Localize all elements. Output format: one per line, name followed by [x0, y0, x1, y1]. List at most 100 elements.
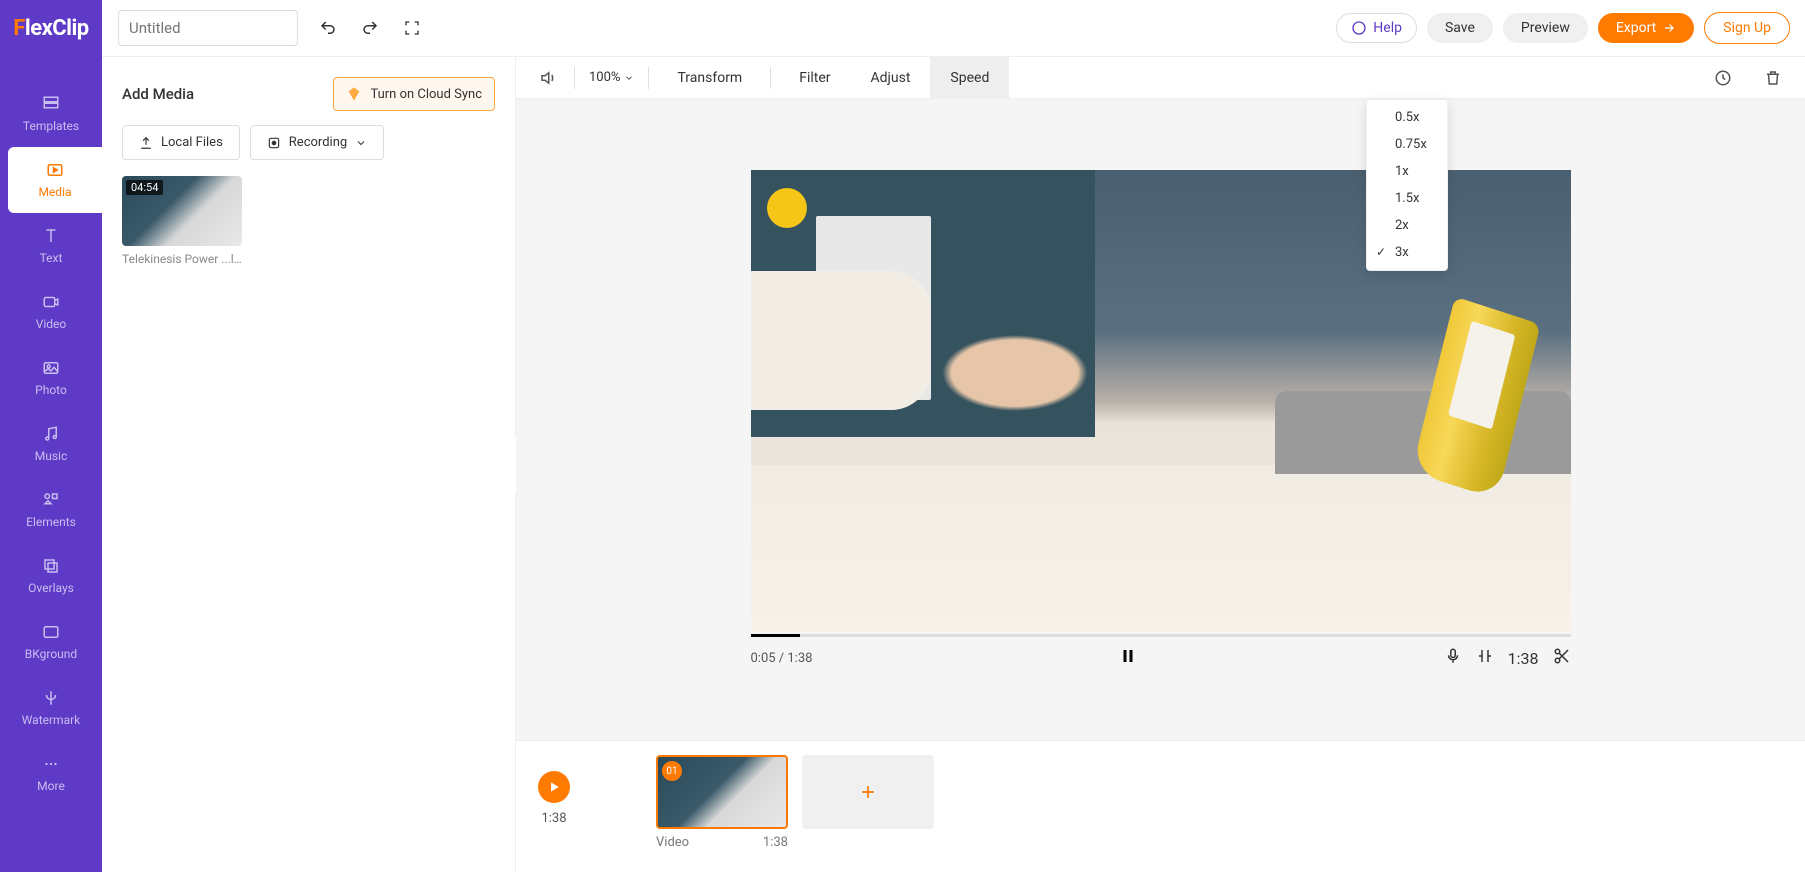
- media-grid: 04:54 Telekinesis Power ...l.mp4: [122, 176, 495, 266]
- media-panel: Add Media Turn on Cloud Sync Local Files…: [102, 57, 516, 872]
- sidebar-item-photo[interactable]: Photo: [0, 345, 102, 411]
- local-files-button[interactable]: Local Files: [122, 125, 240, 160]
- fullscreen-button[interactable]: [396, 12, 428, 44]
- more-icon: [42, 755, 60, 773]
- speed-tab[interactable]: Speed: [930, 57, 1009, 98]
- timeline-clip[interactable]: 01 Video 1:38: [656, 755, 788, 850]
- filter-tab[interactable]: Filter: [779, 57, 850, 98]
- media-clip[interactable]: 04:54 Telekinesis Power ...l.mp4: [122, 176, 242, 266]
- speed-option-0.75x[interactable]: 0.75x: [1367, 131, 1447, 158]
- preview-button[interactable]: Preview: [1503, 13, 1588, 43]
- delete-button[interactable]: [1755, 69, 1791, 87]
- music-icon: [42, 425, 60, 443]
- chat-icon: [1351, 20, 1367, 36]
- arrow-right-icon: [1662, 21, 1676, 35]
- pause-button[interactable]: [1119, 647, 1137, 670]
- sidebar-item-templates[interactable]: Templates: [0, 81, 102, 147]
- play-icon: [547, 780, 561, 794]
- record-icon: [267, 136, 281, 150]
- overlays-icon: [42, 557, 60, 575]
- sidebar-label: Elements: [26, 515, 76, 529]
- sidebar-label: Watermark: [22, 713, 81, 727]
- separator: [574, 67, 575, 89]
- player-controls: 0:05 / 1:38 1:38: [751, 637, 1571, 670]
- recording-button[interactable]: Recording: [250, 125, 384, 160]
- save-button[interactable]: Save: [1427, 13, 1493, 43]
- local-files-label: Local Files: [161, 135, 223, 150]
- elements-icon: [42, 491, 60, 509]
- trash-icon: [1764, 69, 1782, 87]
- upload-icon: [139, 136, 153, 150]
- main-body: Templates Media Text Video Photo Music E…: [0, 57, 1805, 872]
- media-buttons: Local Files Recording: [122, 125, 495, 160]
- scissors-icon: [1553, 647, 1571, 665]
- media-filename: Telekinesis Power ...l.mp4: [122, 252, 242, 266]
- split-button[interactable]: [1476, 647, 1494, 669]
- clip-meta: Video 1:38: [656, 835, 788, 850]
- trim-button[interactable]: [1553, 647, 1571, 669]
- history-button[interactable]: [1705, 69, 1741, 87]
- zoom-dropdown[interactable]: 100%: [583, 70, 640, 85]
- clock-icon: [1714, 69, 1732, 87]
- sidebar-item-text[interactable]: Text: [0, 213, 102, 279]
- templates-icon: [42, 95, 60, 113]
- redo-button[interactable]: [354, 12, 386, 44]
- background-icon: [42, 623, 60, 641]
- logo-area: FlexClip: [0, 0, 102, 57]
- canvas-area: 100% Transform Filter Adjust Speed 0.5x …: [516, 57, 1805, 872]
- watermark-icon: [42, 689, 60, 707]
- adjust-tab[interactable]: Adjust: [851, 57, 931, 98]
- cloud-sync-button[interactable]: Turn on Cloud Sync: [333, 77, 495, 111]
- clip-duration: 1:38: [763, 835, 788, 850]
- sidebar-item-watermark[interactable]: Watermark: [0, 675, 102, 741]
- media-icon: [46, 161, 64, 179]
- cloud-sync-label: Turn on Cloud Sync: [370, 87, 482, 102]
- timeline-total-duration: 1:38: [541, 811, 566, 826]
- sidebar-label: Media: [38, 185, 71, 199]
- signup-button[interactable]: Sign Up: [1704, 12, 1790, 44]
- top-bar: FlexClip Help Save Preview Export Sign U…: [0, 0, 1805, 57]
- zoom-value: 100%: [589, 70, 620, 85]
- sidebar-item-media[interactable]: Media: [8, 147, 102, 213]
- sidebar-item-video[interactable]: Video: [0, 279, 102, 345]
- media-header: Add Media Turn on Cloud Sync: [122, 77, 495, 111]
- chevron-down-icon: [355, 137, 367, 149]
- speed-option-0.5x[interactable]: 0.5x: [1367, 104, 1447, 131]
- timeline: 1:38 01 Video 1:38: [516, 740, 1805, 872]
- canvas-toolbar: 100% Transform Filter Adjust Speed: [516, 57, 1805, 99]
- speed-dropdown-menu: 0.5x 0.75x 1x 1.5x 2x 3x: [1366, 99, 1448, 271]
- speed-option-1x[interactable]: 1x: [1367, 158, 1447, 185]
- voiceover-button[interactable]: [1444, 647, 1462, 669]
- media-duration: 04:54: [126, 180, 163, 195]
- sidebar-label: Music: [35, 449, 67, 463]
- recording-label: Recording: [289, 135, 347, 150]
- mic-icon: [1444, 647, 1462, 665]
- sidebar-item-background[interactable]: BKground: [0, 609, 102, 675]
- diamond-icon: [346, 86, 362, 102]
- top-right: Help Save Preview Export Sign Up: [1336, 12, 1790, 44]
- transform-tab[interactable]: Transform: [657, 57, 762, 98]
- sidebar-label: Overlays: [28, 581, 74, 595]
- volume-button[interactable]: [530, 69, 566, 87]
- volume-icon: [539, 69, 557, 87]
- add-clip-button[interactable]: [802, 755, 934, 829]
- progress-bar[interactable]: [751, 634, 1571, 637]
- sidebar-item-elements[interactable]: Elements: [0, 477, 102, 543]
- speed-option-1.5x[interactable]: 1.5x: [1367, 185, 1447, 212]
- sidebar-label: More: [37, 779, 65, 793]
- project-title-input[interactable]: [118, 10, 298, 46]
- left-sidebar: Templates Media Text Video Photo Music E…: [0, 57, 102, 872]
- text-icon: [42, 227, 60, 245]
- undo-button[interactable]: [312, 12, 344, 44]
- timeline-play-button[interactable]: [538, 771, 570, 803]
- speed-option-2x[interactable]: 2x: [1367, 212, 1447, 239]
- sidebar-item-overlays[interactable]: Overlays: [0, 543, 102, 609]
- speed-option-3x[interactable]: 3x: [1367, 239, 1447, 266]
- separator: [770, 67, 771, 89]
- help-button[interactable]: Help: [1336, 13, 1417, 43]
- sidebar-item-more[interactable]: More: [0, 741, 102, 807]
- toolbar-right: [1705, 69, 1791, 87]
- sidebar-item-music[interactable]: Music: [0, 411, 102, 477]
- pause-icon: [1119, 647, 1137, 665]
- export-button[interactable]: Export: [1598, 13, 1694, 43]
